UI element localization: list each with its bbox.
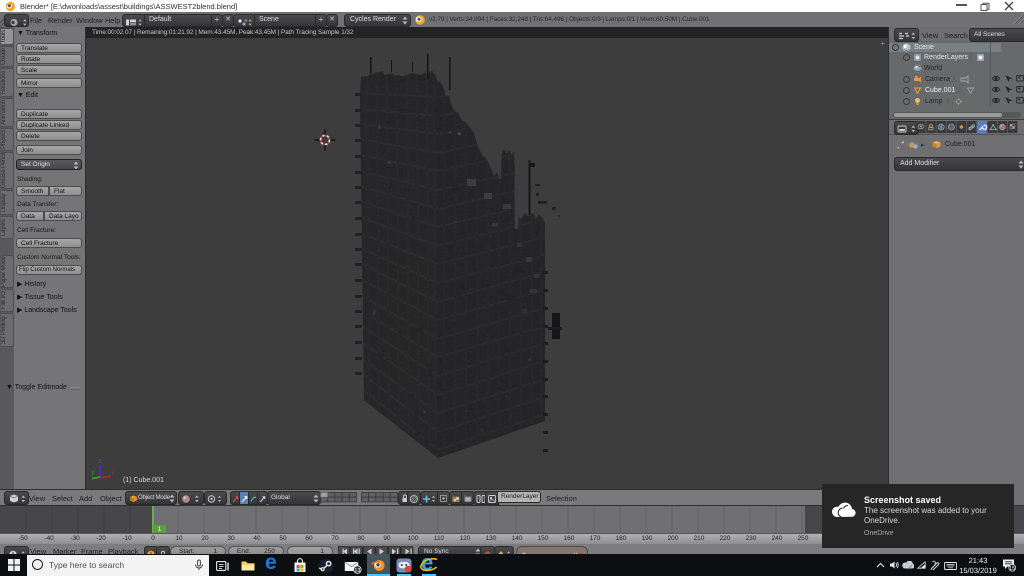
- svg-text:z: z: [99, 459, 102, 465]
- svg-text:y: y: [92, 470, 95, 476]
- svg-text:x: x: [112, 471, 115, 477]
- svg-text:13: 13: [354, 568, 360, 574]
- svg-text:15: 15: [1009, 566, 1015, 572]
